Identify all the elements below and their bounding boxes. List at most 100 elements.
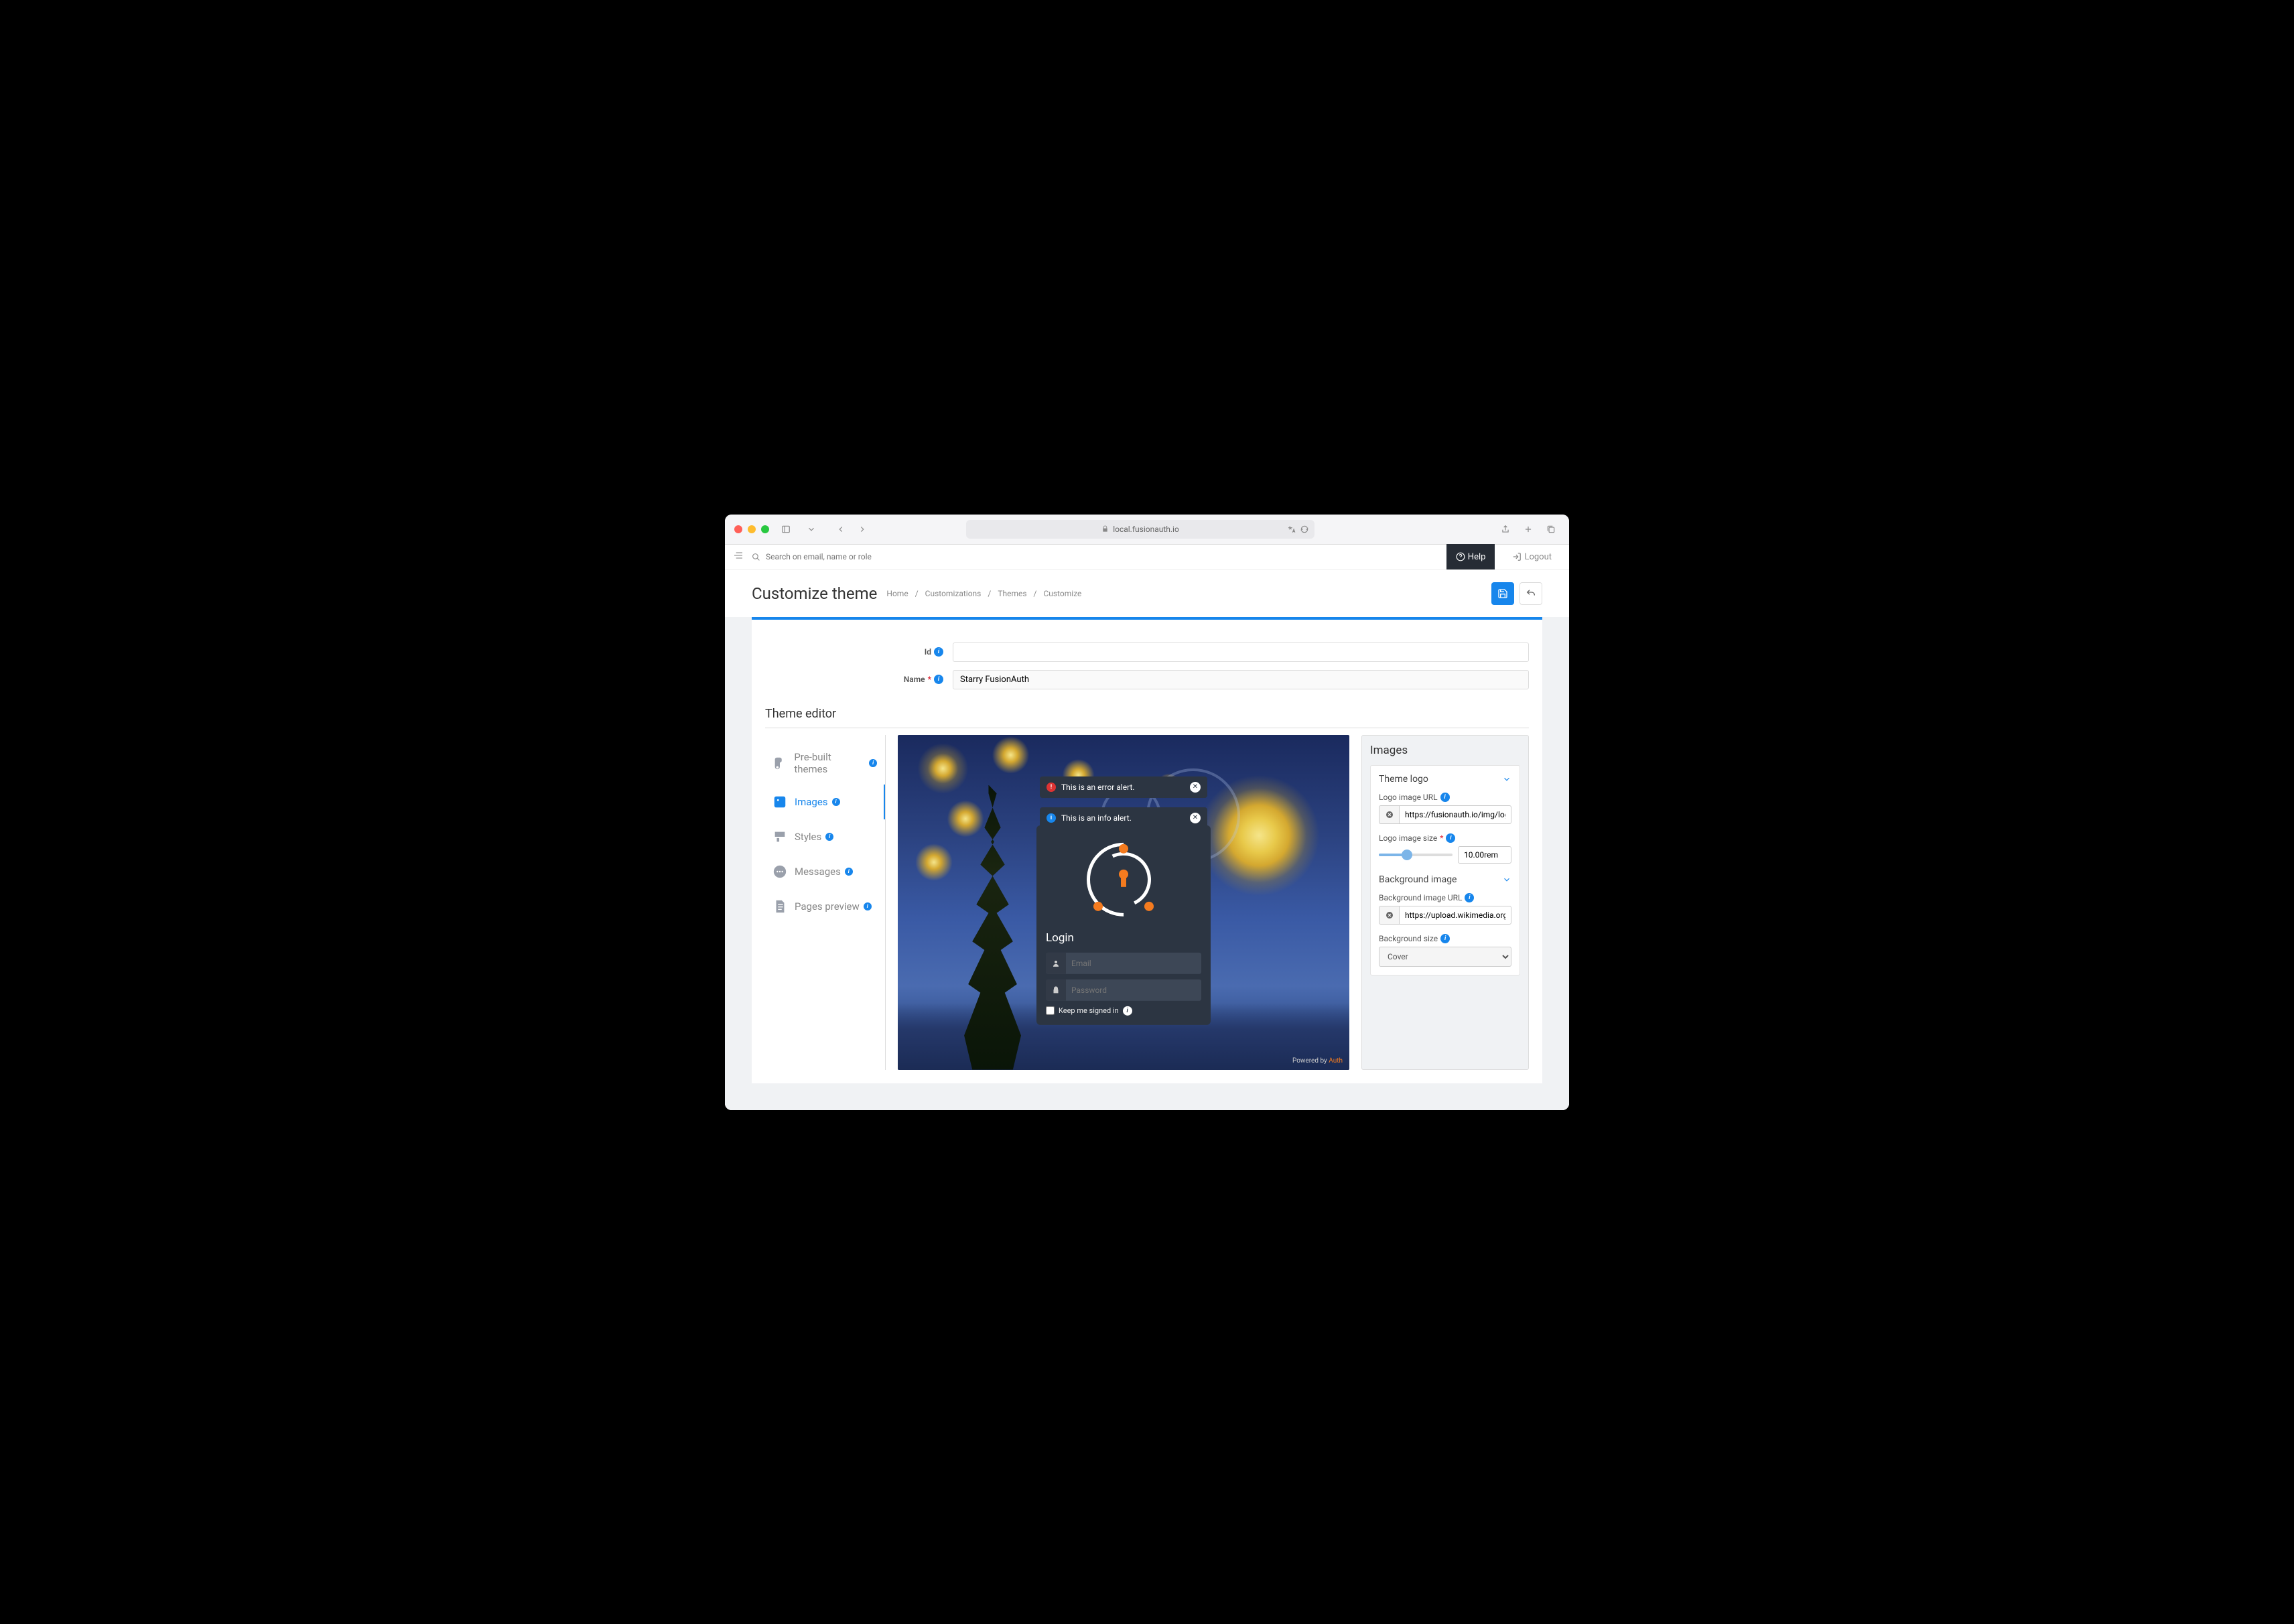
chevron-down-icon [1502, 774, 1511, 784]
breadcrumb-home[interactable]: Home [886, 589, 908, 598]
logo-size-slider[interactable] [1379, 854, 1453, 856]
bg-url-group [1379, 906, 1511, 925]
logo-url-input[interactable] [1399, 805, 1511, 824]
new-tab-icon[interactable] [1520, 522, 1537, 537]
bg-size-select[interactable]: Cover [1379, 947, 1511, 967]
sidebar-toggle-icon[interactable] [777, 522, 795, 537]
keep-signed-row: Keep me signed in i [1046, 1006, 1201, 1015]
keep-signed-checkbox[interactable] [1046, 1006, 1055, 1015]
bg-url-label: Background image URLi [1379, 893, 1511, 902]
tab-images[interactable]: Imagesi [765, 785, 885, 819]
id-input[interactable] [953, 642, 1529, 662]
info-icon[interactable]: i [869, 759, 877, 767]
chat-icon [772, 864, 788, 880]
logo-url-label: Logo image URLi [1379, 793, 1511, 802]
breadcrumb-current: Customize [1043, 589, 1081, 598]
password-input[interactable] [1066, 979, 1201, 1000]
menu-toggle-icon[interactable] [733, 550, 744, 563]
info-icon[interactable]: i [832, 798, 840, 806]
info-icon[interactable]: i [825, 833, 833, 841]
slider-thumb[interactable] [1402, 850, 1412, 860]
login-card: Login [1036, 825, 1211, 1024]
page-head: Customize theme Home/ Customizations/ Th… [725, 570, 1569, 617]
lock-icon [1046, 979, 1066, 1000]
help-button[interactable]: Help [1446, 544, 1495, 569]
search-input[interactable] [766, 552, 1438, 561]
tab-styles[interactable]: Stylesi [765, 819, 885, 854]
email-input[interactable] [1066, 953, 1201, 973]
logo-preview [1087, 842, 1160, 916]
share-icon[interactable] [1497, 522, 1514, 537]
page-title: Customize theme [752, 584, 877, 603]
editor-title: Theme editor [765, 707, 1529, 728]
save-button[interactable] [1491, 582, 1514, 605]
tab-prebuilt-themes[interactable]: Pre-built themesi [765, 742, 885, 785]
info-icon[interactable]: i [934, 647, 943, 657]
clear-icon [1386, 811, 1394, 819]
clear-bg-url-button[interactable] [1379, 906, 1399, 925]
accordion-theme-logo[interactable]: Theme logo [1379, 774, 1511, 785]
properties-card: Theme logo Logo image URLi Logo image si… [1370, 765, 1520, 975]
forward-button[interactable] [854, 522, 871, 537]
maximize-window-button[interactable] [761, 525, 769, 533]
accordion-background-image[interactable]: Background image [1379, 874, 1511, 885]
info-icon[interactable]: i [845, 868, 853, 876]
form-row-name: Name*i [752, 666, 1542, 693]
clear-logo-url-button[interactable] [1379, 805, 1399, 824]
login-title: Login [1046, 931, 1201, 944]
theme-card: Idi Name*i Theme editor Pre-built themes… [752, 617, 1542, 1083]
bg-url-input[interactable] [1399, 906, 1511, 925]
error-alert: ! This is an error alert. ✕ [1040, 776, 1207, 798]
logout-button[interactable]: Logout [1503, 547, 1561, 567]
name-input[interactable] [953, 670, 1529, 689]
lock-icon [1101, 525, 1109, 533]
editor-section: Theme editor Pre-built themesi Imagesi [752, 693, 1542, 1070]
back-button[interactable] [832, 522, 850, 537]
editor-tabs: Pre-built themesi Imagesi Stylesi [765, 735, 886, 1070]
info-icon[interactable]: i [864, 902, 872, 910]
clear-icon [1386, 911, 1394, 919]
minimize-window-button[interactable] [748, 525, 756, 533]
address-bar[interactable]: local.fusionauth.io [966, 520, 1314, 539]
reload-icon[interactable] [1300, 525, 1309, 534]
properties-title: Images [1370, 744, 1520, 757]
breadcrumb-themes[interactable]: Themes [998, 589, 1026, 598]
tab-pages-preview[interactable]: Pages previewi [765, 889, 885, 924]
breadcrumb-customizations[interactable]: Customizations [925, 589, 982, 598]
info-icon[interactable]: i [1465, 893, 1474, 902]
traffic-lights [734, 525, 769, 533]
id-label: Idi [752, 647, 953, 657]
bg-size-label: Background sizei [1379, 934, 1511, 943]
info-icon[interactable]: i [1440, 934, 1450, 943]
info-icon[interactable]: i [1446, 833, 1455, 843]
question-icon [1456, 552, 1465, 561]
info-icon[interactable]: i [1440, 793, 1450, 802]
search-icon [752, 553, 760, 561]
brush-icon [772, 829, 788, 845]
tabs-icon[interactable] [1542, 522, 1560, 537]
browser-window: local.fusionauth.io Help Logout Customiz… [725, 515, 1569, 1110]
tab-messages[interactable]: Messagesi [765, 854, 885, 889]
logo-size-row: 10.00rem [1379, 846, 1511, 864]
logout-icon [1512, 552, 1522, 561]
properties-panel: Images Theme logo Logo image URLi [1361, 735, 1529, 1070]
content-area: Idi Name*i Theme editor Pre-built themes… [725, 617, 1569, 1110]
search-wrap [752, 552, 1438, 561]
close-icon[interactable]: ✕ [1190, 813, 1201, 823]
powered-by-text: Powered by Auth [1292, 1057, 1343, 1065]
info-icon[interactable]: i [1123, 1006, 1132, 1015]
back-cancel-button[interactable] [1520, 582, 1542, 605]
translate-icon[interactable] [1286, 525, 1296, 534]
editor-layout: Pre-built themesi Imagesi Stylesi [765, 735, 1529, 1070]
close-icon[interactable]: ✕ [1190, 782, 1201, 793]
palette-icon [772, 755, 787, 771]
url-text: local.fusionauth.io [1113, 525, 1179, 534]
preview-pane: ! This is an error alert. ✕ i This is an… [898, 735, 1349, 1070]
logo-size-value[interactable]: 10.00rem [1458, 846, 1511, 864]
chevron-down-icon [1502, 875, 1511, 884]
page-actions [1491, 582, 1542, 605]
chevron-down-icon[interactable] [803, 522, 820, 537]
close-window-button[interactable] [734, 525, 742, 533]
info-icon: i [1047, 813, 1056, 823]
info-icon[interactable]: i [934, 675, 943, 684]
